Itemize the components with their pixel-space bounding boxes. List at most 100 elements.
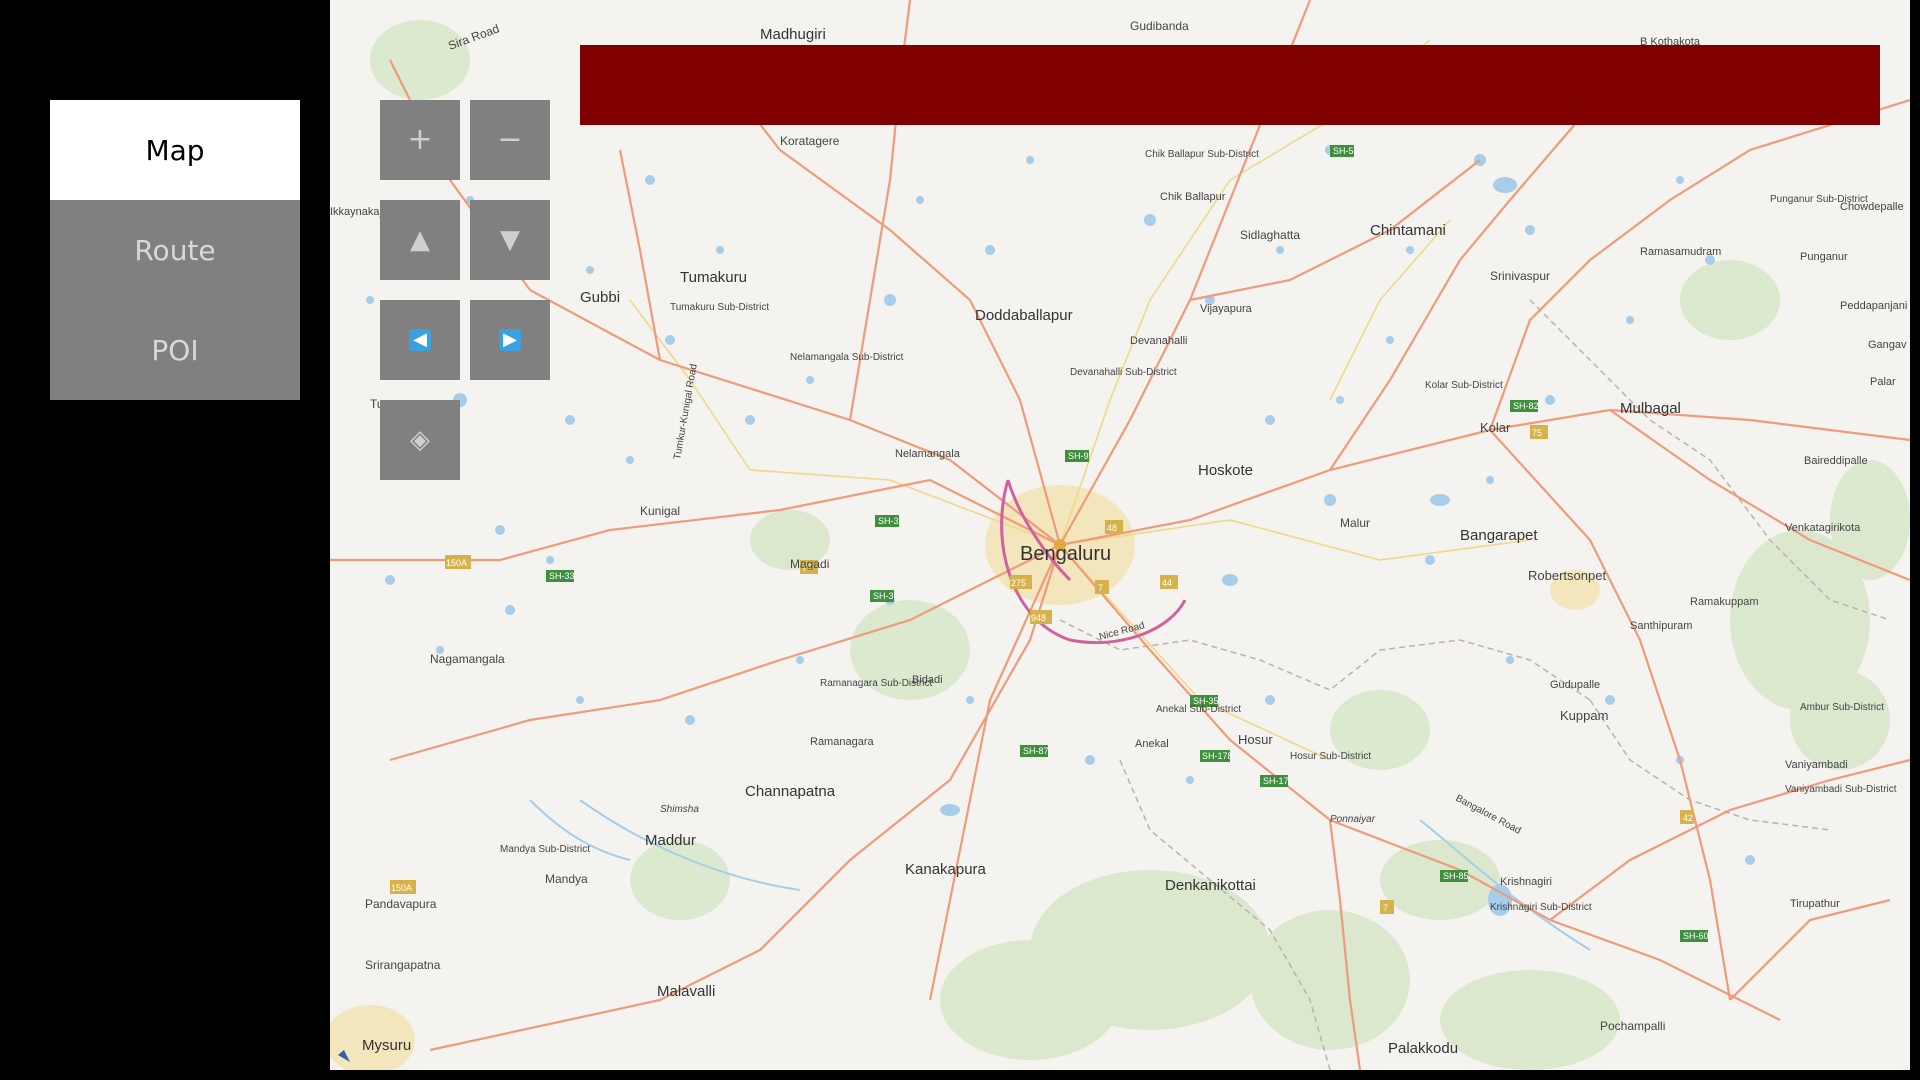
svg-text:75: 75: [1532, 428, 1542, 438]
place-label: Punganur: [1800, 251, 1848, 263]
place-label: Ambur Sub-District: [1800, 702, 1884, 713]
place-label: Nelamangala Sub-District: [790, 352, 904, 363]
place-label: Sidlaghatta: [1240, 228, 1300, 242]
place-label: Anekal Sub-District: [1156, 704, 1241, 715]
arrow-down-icon: ▼: [500, 225, 520, 255]
svg-text:44: 44: [1162, 578, 1172, 588]
zoom-out-button[interactable]: −: [470, 100, 550, 180]
pan-right-button[interactable]: ▶: [470, 300, 550, 380]
city-denkanikottai: Denkanikottai: [1165, 877, 1256, 894]
pan-up-button[interactable]: ▲: [380, 200, 460, 280]
place-label: Srirangapatna: [365, 958, 441, 972]
recenter-button[interactable]: ◈: [380, 400, 460, 480]
city-chintamani: Chintamani: [1370, 222, 1446, 239]
svg-text:SH-5: SH-5: [1333, 146, 1354, 156]
map-canvas: SH-3 SH-3 SH-82 SH-87 SH-35 SH-178 SH-85…: [330, 0, 1910, 1070]
arrow-right-icon: ▶: [499, 329, 521, 351]
tab-map-label: Map: [145, 133, 205, 167]
place-label: Devanahalli Sub-District: [1070, 367, 1177, 378]
tab-poi[interactable]: POI: [50, 300, 300, 400]
svg-text:275: 275: [1011, 578, 1026, 588]
place-label: Shimsha: [660, 804, 699, 815]
svg-text:150A: 150A: [391, 883, 412, 893]
diamond-icon: ◈: [410, 425, 430, 455]
place-label: Gangav: [1868, 339, 1907, 351]
place-label: Tirupathur: [1790, 898, 1840, 910]
place-label: Pandavapura: [365, 897, 437, 911]
place-label: Ramanagara Sub-District: [820, 678, 932, 689]
place-label: Krishnagiri: [1500, 876, 1552, 888]
place-label: Ramakuppam: [1690, 596, 1758, 608]
city-channapatna: Channapatna: [745, 783, 836, 800]
place-label: Peddapanjani: [1840, 300, 1907, 312]
plus-icon: +: [407, 122, 433, 157]
svg-text:948: 948: [1031, 613, 1046, 623]
place-label: Kuppam: [1560, 708, 1608, 723]
svg-text:SH-33: SH-33: [549, 571, 575, 581]
place-label: Hosur Sub-District: [1290, 751, 1371, 762]
place-label: Ramanagara: [810, 736, 874, 748]
city-kanakapura: Kanakapura: [905, 861, 987, 878]
city-doddaballapur: Doddaballapur: [975, 307, 1073, 324]
place-label: Tumkur-Kunigal Road: [672, 363, 700, 460]
place-label: Krishnagiri Sub-District: [1490, 902, 1592, 913]
pan-down-button[interactable]: ▼: [470, 200, 550, 280]
city-gubbi: Gubbi: [580, 289, 620, 306]
svg-text:SH-3: SH-3: [873, 591, 894, 601]
city-bangarapet: Bangarapet: [1460, 527, 1538, 544]
arrow-left-icon: ◀: [409, 329, 431, 351]
map-view[interactable]: SH-3 SH-3 SH-82 SH-87 SH-35 SH-178 SH-85…: [330, 0, 1910, 1070]
place-label: Kolar Sub-District: [1425, 380, 1503, 391]
city-mysuru: Mysuru: [362, 1037, 411, 1054]
place-label: Venkatagirikota: [1785, 522, 1861, 534]
place-label: Devanahalli: [1130, 335, 1187, 347]
svg-text:SH-87: SH-87: [1023, 746, 1049, 756]
place-label: Tumakuru Sub-District: [670, 302, 769, 313]
place-label: Hosur: [1238, 732, 1273, 747]
place-label: Chik Ballapur Sub-District: [1145, 149, 1259, 160]
place-label: Sira Road: [446, 21, 501, 52]
place-label: Koratagere: [780, 134, 840, 148]
place-label: Nagamangala: [430, 652, 505, 666]
svg-text:SH-17: SH-17: [1263, 776, 1289, 786]
place-label: Gudibanda: [1130, 19, 1189, 33]
city-palakkodu: Palakkodu: [1388, 1040, 1458, 1057]
place-label: Ramasamudram: [1640, 246, 1721, 258]
city-madhugiri: Madhugiri: [760, 26, 826, 43]
svg-text:150A: 150A: [446, 558, 467, 568]
message-banner: [580, 45, 1880, 125]
city-bengaluru: Bengaluru: [1020, 543, 1111, 565]
tab-map[interactable]: Map: [50, 100, 300, 200]
city-tumakuru: Tumakuru: [680, 269, 747, 286]
tab-route[interactable]: Route: [50, 200, 300, 300]
place-label: Srinivaspur: [1490, 269, 1550, 283]
place-label: Mandya: [545, 872, 588, 886]
place-label: Magadi: [790, 557, 829, 571]
svg-text:7: 7: [1383, 903, 1388, 913]
place-label: Malur: [1340, 516, 1370, 530]
place-label: Baireddipalle: [1804, 455, 1868, 467]
city-malavalli: Malavalli: [657, 983, 715, 1000]
place-label: Vijayapura: [1200, 303, 1253, 315]
svg-text:7: 7: [1098, 583, 1103, 593]
svg-text:SH-85: SH-85: [1443, 871, 1469, 881]
place-label: Kolar: [1480, 420, 1511, 435]
place-label: Gudupalle: [1550, 679, 1600, 691]
svg-text:SH-9: SH-9: [1068, 451, 1089, 461]
arrow-up-icon: ▲: [410, 225, 430, 255]
secondary-roads: [629, 39, 1531, 761]
pan-left-button[interactable]: ◀: [380, 300, 460, 380]
zoom-in-button[interactable]: +: [380, 100, 460, 180]
city-mulbagal: Mulbagal: [1620, 400, 1681, 417]
svg-text:42: 42: [1683, 813, 1693, 823]
place-label: Bangalore Road: [1454, 793, 1523, 837]
place-label: Santhipuram: [1630, 620, 1692, 632]
place-label: Chik Ballapur: [1160, 191, 1226, 203]
place-label: Mandya Sub-District: [500, 844, 590, 855]
city-maddur: Maddur: [645, 832, 696, 849]
place-label: Anekal: [1135, 738, 1169, 750]
svg-text:SH-3: SH-3: [878, 516, 899, 526]
city-hoskote: Hoskote: [1198, 462, 1253, 479]
place-label: Palar: [1870, 376, 1896, 388]
place-label: Ponnaiyar: [1330, 814, 1376, 825]
